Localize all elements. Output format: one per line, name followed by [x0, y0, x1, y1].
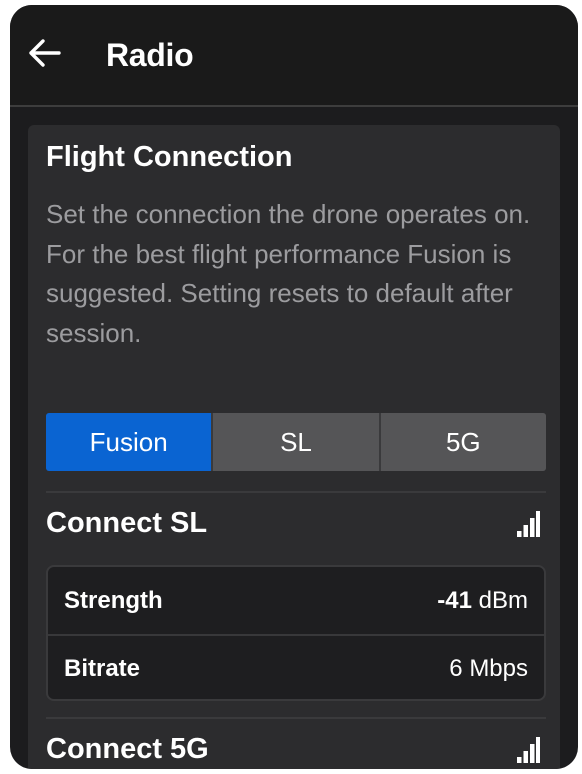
bitrate-value: 6 Mbps [449, 654, 528, 682]
option-sl-button[interactable]: SL [213, 413, 379, 471]
divider [46, 491, 546, 493]
connect-sl-title: Connect SL [46, 507, 208, 539]
bitrate-label: Bitrate [64, 654, 141, 682]
connect-5g-title: Connect 5G [46, 733, 209, 765]
option-5g-button[interactable]: 5G [380, 413, 546, 471]
connect-sl-stats: Strength -41 dBm Bitrate 6 Mbps [46, 565, 546, 701]
radio-settings-screen: Radio Flight Connection Set the connecti… [10, 5, 578, 769]
signal-bars-icon [517, 737, 540, 763]
connection-selector: Fusion SL 5G [46, 413, 546, 471]
back-button[interactable] [24, 33, 64, 73]
flight-connection-title: Flight Connection [46, 141, 293, 173]
flight-connection-description: Set the connection the drone operates on… [46, 199, 531, 348]
option-fusion-button[interactable]: Fusion [46, 413, 212, 471]
strength-unit: dBm [478, 586, 528, 614]
page-title: Radio [106, 37, 194, 73]
strength-label: Strength [64, 586, 163, 614]
divider [46, 717, 546, 719]
top-bar: Radio [10, 5, 578, 107]
settings-panel: Flight Connection Set the connection the… [28, 125, 560, 769]
signal-bars-icon [517, 511, 540, 537]
strength-row: Strength -41 dBm [48, 567, 544, 634]
arrow-left-icon [29, 39, 61, 67]
bitrate-row: Bitrate 6 Mbps [48, 634, 544, 701]
strength-number: -41 [437, 586, 472, 614]
strength-value: -41 dBm [437, 587, 528, 615]
